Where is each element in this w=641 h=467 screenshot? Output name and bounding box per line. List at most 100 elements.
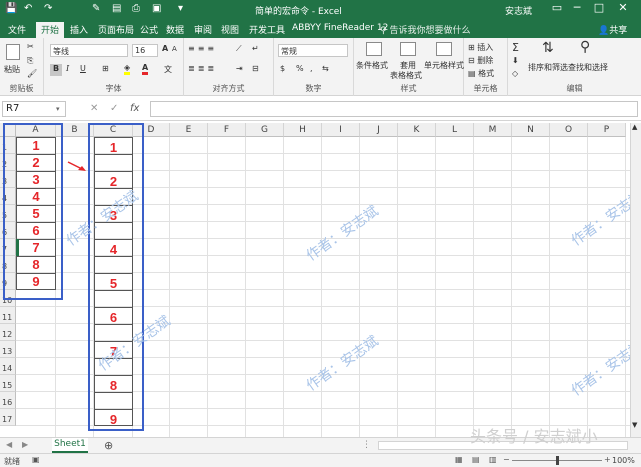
normal-view-icon[interactable]: ▦ [455,455,463,464]
column-header-f[interactable]: F [208,123,246,137]
row-header-14[interactable]: 14 [0,358,16,375]
page-break-view-icon[interactable]: ▥ [489,455,497,464]
tab-page-layout[interactable]: 页面布局 [98,23,134,36]
macro-record-icon[interactable]: ▣ [32,455,40,464]
row-header-17[interactable]: 17 [0,409,16,426]
open-icon[interactable]: ▣ [152,3,161,14]
clear-icon[interactable]: ◇ [512,69,518,78]
name-box-dropdown-icon[interactable]: ▾ [56,105,60,113]
format-table-label-2[interactable]: 表格格式 [390,70,422,81]
row-header-12[interactable]: 12 [0,324,16,341]
share-button[interactable]: 👤共享 [598,23,627,36]
sheet-tab-sheet1[interactable]: Sheet1 [52,438,88,453]
zoom-out-icon[interactable]: − [503,455,510,464]
tab-review[interactable]: 审阅 [194,23,212,36]
vertical-align-icons[interactable]: ≡≡≡ [188,44,217,53]
zoom-level[interactable]: 100% [612,456,635,465]
column-header-k[interactable]: K [398,123,436,137]
grow-font-button[interactable]: A [162,44,168,53]
underline-button[interactable]: U [80,64,86,73]
zoom-in-icon[interactable]: + [604,455,611,464]
column-header-g[interactable]: G [246,123,284,137]
font-size-select[interactable]: 16 [132,44,158,57]
print-icon[interactable]: ⎙ [132,3,140,14]
macro-icon[interactable]: ▤ [112,3,121,14]
autosum-button[interactable]: Σ [512,41,519,54]
italic-button[interactable]: I [66,64,69,73]
column-header-j[interactable]: J [360,123,398,137]
row-header-15[interactable]: 15 [0,375,16,392]
borders-icon[interactable]: ⊞ [102,64,109,73]
paste-icon[interactable] [6,44,20,60]
formula-input[interactable] [150,101,638,117]
bold-button[interactable]: B [50,64,62,76]
fill-color-icon[interactable]: ◈ [124,63,131,75]
format-painter-icon[interactable]: 🖌 [27,69,37,78]
conditional-format-icon[interactable] [366,42,382,56]
tab-home[interactable]: 开始 [36,22,64,38]
scroll-down-icon[interactable]: ▼ [632,421,637,429]
user-name[interactable]: 安志斌 [505,4,532,17]
next-sheet-icon[interactable]: ▶ [22,440,28,449]
column-header-p[interactable]: P [588,123,626,137]
tab-view[interactable]: 视图 [221,23,239,36]
sort-filter-icon[interactable]: ⇅ [542,40,554,56]
column-header-o[interactable]: O [550,123,588,137]
find-select-button[interactable]: 查找和选择 [568,62,608,73]
wrap-text-icon[interactable]: ↵ [252,44,259,53]
worksheet-grid[interactable]: A B C D E F G H I J K L M N O P 1 2 3 4 5 6 7 8 9 10 11 12 13 14 15 16 1… [0,123,630,437]
paste-button[interactable]: 粘贴 [4,64,20,75]
row-header-13[interactable]: 13 [0,341,16,358]
column-header-h[interactable]: H [284,123,322,137]
quick-access-icon[interactable]: ✎ [92,3,100,14]
delete-cells-button[interactable]: ⊟ 删除 [468,55,493,66]
fill-icon[interactable]: ⬇ [512,56,519,65]
tab-developer[interactable]: 开发工具 [249,23,285,36]
merge-icon[interactable]: ⊟ [252,64,259,73]
redo-icon[interactable]: ↷ [44,3,52,14]
cell-styles-icon[interactable] [436,42,452,56]
column-header-l[interactable]: L [436,123,474,137]
row-header-11[interactable]: 11 [0,307,16,324]
column-header-n[interactable]: N [512,123,550,137]
font-name-select[interactable]: 等线 [50,44,128,57]
ribbon-display-icon[interactable]: ▭ [548,1,566,14]
column-header-m[interactable]: M [474,123,512,137]
number-format-select[interactable]: 常规 [278,44,348,57]
conditional-format-button[interactable]: 条件格式 [356,60,388,71]
phonetic-button[interactable]: 文 [164,64,172,75]
close-button[interactable]: ✕ [614,1,632,14]
shrink-font-button[interactable]: A [172,45,177,53]
format-table-icon[interactable] [400,42,416,56]
copy-icon[interactable]: ⎘ [27,56,33,66]
tab-file[interactable]: 文件 [0,20,34,38]
vertical-scrollbar[interactable]: ▲ ▼ [630,123,641,437]
tab-data[interactable]: 数据 [166,23,184,36]
add-sheet-button[interactable]: ⊕ [104,439,113,452]
save-icon[interactable]: 💾 [5,3,17,14]
tab-abbyy[interactable]: ABBYY FineReader 12 [292,23,388,33]
scroll-up-icon[interactable]: ▲ [632,123,637,131]
indent-icon[interactable]: ⇥ [236,64,243,73]
zoom-slider-thumb[interactable] [556,456,559,465]
cut-icon[interactable]: ✂ [27,42,34,51]
insert-function-button[interactable]: fx [130,103,139,114]
tab-split-icon[interactable]: ⋮ [362,440,371,450]
insert-cells-button[interactable]: ⊞ 插入 [468,42,493,53]
tell-me-search[interactable]: ⚲ 告诉我你想要做什么 [380,23,470,36]
sort-filter-button[interactable]: 排序和筛选 [528,62,568,73]
decimal-icon[interactable]: ⇆ [322,64,329,73]
minimize-button[interactable]: ─ [568,1,586,14]
column-header-e[interactable]: E [170,123,208,137]
cell-styles-button[interactable]: 单元格样式 [424,60,464,71]
enter-button[interactable]: ✓ [110,103,118,114]
tab-formulas[interactable]: 公式 [140,23,158,36]
comma-button[interactable]: , [310,64,313,73]
cancel-button[interactable]: ✕ [90,103,98,114]
row-header-16[interactable]: 16 [0,392,16,409]
maximize-button[interactable]: □ [590,1,608,14]
page-layout-view-icon[interactable]: ▤ [472,455,480,464]
orientation-icon[interactable]: ⟋ [236,44,242,54]
font-color-button[interactable]: A [142,63,149,75]
tab-insert[interactable]: 插入 [70,23,88,36]
